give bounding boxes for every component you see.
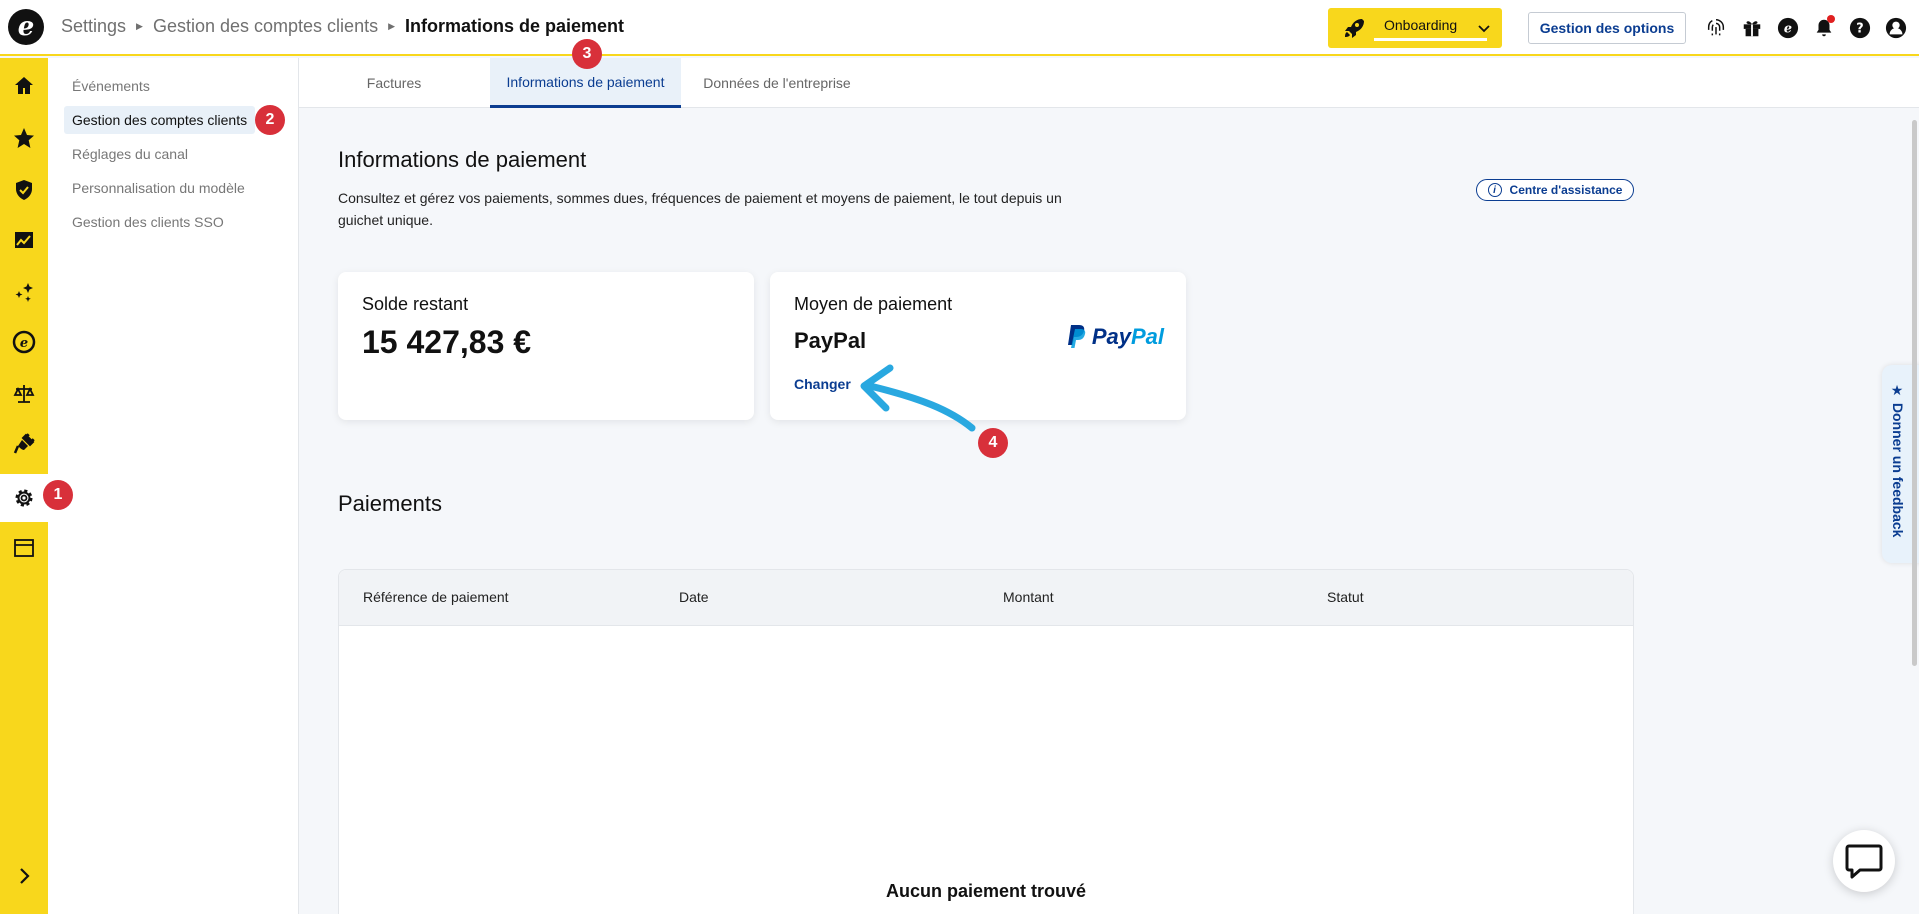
breadcrumb: Settings ▶ Gestion des comptes clients ▶… xyxy=(61,16,624,37)
breadcrumb-settings[interactable]: Settings xyxy=(61,16,126,37)
gift-icon[interactable] xyxy=(1740,16,1764,40)
page-description: Consultez et gérez vos paiements, sommes… xyxy=(338,190,1062,228)
scrollbar[interactable] xyxy=(1912,120,1917,666)
payments-table: Référence de paiement Date Montant Statu… xyxy=(338,569,1634,914)
nav-favorites[interactable] xyxy=(0,114,48,162)
chart-icon xyxy=(15,232,33,248)
notification-dot xyxy=(1827,15,1835,23)
nav-brand[interactable]: e xyxy=(0,318,48,366)
step-badge: 3 xyxy=(572,39,602,69)
info-icon: i xyxy=(1487,183,1502,197)
nav-settings[interactable] xyxy=(0,474,48,522)
top-icon-bar: e ? xyxy=(1704,15,1908,40)
rocket-icon xyxy=(1345,19,1364,38)
nav-expand[interactable] xyxy=(0,852,48,900)
tab-invoices[interactable]: Factures xyxy=(299,58,489,108)
subnav-item-template-customization[interactable]: Personnalisation du modèle xyxy=(64,174,253,202)
step-badge: 1 xyxy=(43,480,73,510)
onboarding-label: Onboarding xyxy=(1373,17,1488,41)
balance-title: Solde restant xyxy=(362,294,469,314)
nav-shield[interactable] xyxy=(0,166,48,214)
step-badge: 2 xyxy=(255,105,285,135)
nav-widgets[interactable] xyxy=(0,524,48,572)
settings-subnav: Événements Gestion des comptes clients R… xyxy=(48,58,299,914)
breadcrumb-separator-icon: ▶ xyxy=(136,21,143,31)
paypal-logo-pay: Pay xyxy=(1091,324,1131,349)
empty-state-message: Aucun paiement trouvé xyxy=(885,881,1087,901)
change-payment-link[interactable]: Changer xyxy=(794,376,851,392)
svg-text:?: ? xyxy=(1856,22,1863,37)
nav-integrations[interactable] xyxy=(0,420,48,468)
shield-icon xyxy=(16,180,32,200)
breadcrumb-accounts[interactable]: Gestion des comptes clients xyxy=(153,16,378,37)
fingerprint-icon[interactable] xyxy=(1704,16,1728,40)
subnav-item-events[interactable]: Événements xyxy=(64,72,158,100)
help-center-button[interactable]: i Centre d'assistance xyxy=(1476,179,1634,201)
subnav-item-channel-settings[interactable]: Réglages du canal xyxy=(64,140,196,168)
help-icon[interactable]: ? xyxy=(1848,16,1872,40)
balance-card: Solde restant 15 427,83 € xyxy=(338,272,754,420)
onboarding-button[interactable]: Onboarding xyxy=(1328,8,1502,48)
nav-analytics[interactable] xyxy=(0,216,48,264)
subnav-item-client-accounts[interactable]: Gestion des comptes clients xyxy=(64,106,256,134)
nav-reviews[interactable] xyxy=(0,268,48,316)
page-title: Informations de paiement xyxy=(338,147,587,172)
tab-company-data[interactable]: Données de l'entreprise xyxy=(681,58,873,108)
svg-text:e: e xyxy=(1784,22,1792,37)
top-header: e Settings ▶ Gestion des comptes clients… xyxy=(0,0,1919,56)
column-header-reference[interactable]: Référence de paiement xyxy=(363,589,509,605)
main-nav-rail: e xyxy=(0,58,48,914)
paypal-logo-pal: Pal xyxy=(1130,324,1164,349)
home-icon xyxy=(15,77,33,94)
nav-legal[interactable] xyxy=(0,370,48,418)
chevron-down-icon xyxy=(1478,25,1490,33)
brand-e-icon[interactable]: e xyxy=(1776,16,1800,40)
chevron-right-icon xyxy=(20,868,30,884)
window-icon xyxy=(14,539,34,557)
brand-logo[interactable]: e xyxy=(8,9,44,45)
column-header-date[interactable]: Date xyxy=(679,589,709,605)
brand-e-icon: e xyxy=(12,330,36,354)
payment-method-title: Moyen de paiement xyxy=(794,294,953,314)
svg-text:e: e xyxy=(20,336,28,351)
plug-icon xyxy=(13,433,35,454)
star-icon xyxy=(14,128,34,148)
chat-bubble-icon xyxy=(1845,844,1883,879)
chat-button[interactable] xyxy=(1833,830,1895,892)
gear-icon xyxy=(15,489,33,507)
column-header-status[interactable]: Statut xyxy=(1327,589,1364,605)
column-header-amount[interactable]: Montant xyxy=(1003,589,1054,605)
payments-section-title: Paiements xyxy=(338,491,442,516)
annotation-arrow xyxy=(860,364,976,432)
balance-amount: 15 427,83 € xyxy=(362,324,532,360)
breadcrumb-current: Informations de paiement xyxy=(405,16,625,36)
nav-home[interactable] xyxy=(0,62,48,110)
breadcrumb-separator-icon: ▶ xyxy=(388,21,395,31)
paypal-p-icon xyxy=(1067,325,1086,348)
scale-icon xyxy=(13,385,35,403)
options-management-button[interactable]: Gestion des options xyxy=(1528,12,1686,44)
subnav-item-sso-clients[interactable]: Gestion des clients SSO xyxy=(64,208,232,236)
help-center-label: Centre d'assistance xyxy=(1509,183,1623,197)
payment-method-name: PayPal xyxy=(794,328,867,353)
step-badge: 4 xyxy=(978,428,1008,458)
tab-bar: Factures Informations de paiement Donnée… xyxy=(299,58,1919,108)
bell-icon[interactable] xyxy=(1812,15,1836,40)
payments-table-header: Référence de paiement Date Montant Statu… xyxy=(339,570,1633,626)
user-icon[interactable] xyxy=(1884,16,1908,40)
paypal-logo: Pay Pal xyxy=(1066,324,1164,350)
sparkles-icon xyxy=(15,283,33,302)
feedback-label: ★ Donner un feedback xyxy=(1890,383,1906,538)
